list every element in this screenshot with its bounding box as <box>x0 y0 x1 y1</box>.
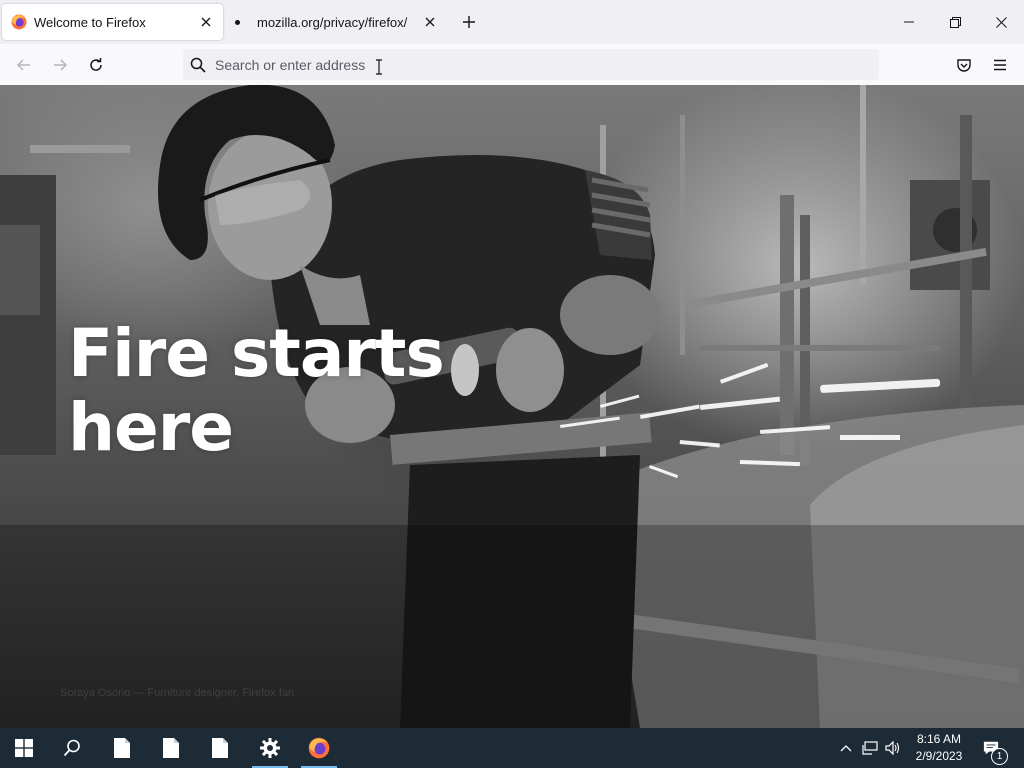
back-arrow-icon <box>16 59 30 71</box>
taskbar-settings[interactable] <box>248 728 292 768</box>
search-button[interactable] <box>50 728 94 768</box>
hamburger-menu-icon <box>994 59 1006 71</box>
close-tab-icon[interactable] <box>418 10 442 34</box>
gear-icon <box>260 738 280 758</box>
close-tab-icon[interactable] <box>194 10 218 34</box>
headline-line-2: here <box>68 389 234 466</box>
tab-title: mozilla.org/privacy/firefox/ <box>257 14 408 30</box>
text-cursor-icon <box>376 59 382 75</box>
taskbar-file-2[interactable] <box>149 728 193 768</box>
windows-taskbar: 8:16 AM 2/9/2023 <box>0 728 1024 768</box>
chevron-up-icon <box>840 745 852 752</box>
notification-count-badge: 1 <box>991 748 1008 765</box>
system-clock[interactable]: 8:16 AM 2/9/2023 <box>905 731 973 765</box>
forward-arrow-icon <box>54 59 68 71</box>
search-icon <box>63 739 80 757</box>
volume-button[interactable] <box>885 740 901 756</box>
app-menu-button[interactable] <box>987 52 1013 78</box>
forward-button[interactable] <box>47 52 73 78</box>
new-tab-button[interactable] <box>457 10 481 34</box>
clock-time: 8:16 AM <box>916 732 962 746</box>
tab-mozilla-privacy[interactable]: mozilla.org/privacy/firefox/ <box>227 4 447 40</box>
show-hidden-icons-button[interactable] <box>838 740 854 756</box>
photo-caption: Soraya Osorio — Furniture designer, Fire… <box>60 687 295 699</box>
address-input[interactable] <box>215 56 815 73</box>
navigation-toolbar <box>0 44 1024 86</box>
hero-headline: Fire starts here <box>68 315 445 466</box>
address-bar[interactable] <box>183 49 879 80</box>
back-button[interactable] <box>11 52 37 78</box>
reload-button[interactable] <box>83 52 109 78</box>
taskbar-file-1[interactable] <box>100 728 144 768</box>
close-window-button[interactable] <box>978 0 1024 44</box>
network-status-button[interactable] <box>862 740 878 756</box>
welcome-page: Fire starts here Soraya Osorio — Furnitu… <box>0 85 1024 728</box>
clock-date: 2/9/2023 <box>915 749 963 763</box>
restore-button[interactable] <box>932 0 978 44</box>
document-icon <box>212 738 228 758</box>
tab-title: Welcome to Firefox <box>34 14 146 30</box>
loading-dot-icon <box>235 19 240 25</box>
headline-line-1: Fire starts <box>68 315 445 392</box>
pocket-icon <box>957 59 971 72</box>
tab-strip: Welcome to Firefox mozilla.org/privacy/f… <box>0 0 1024 44</box>
search-icon <box>190 57 206 73</box>
firefox-logo-icon <box>308 737 330 759</box>
pocket-button[interactable] <box>951 52 977 78</box>
network-icon <box>862 741 878 755</box>
tab-welcome-to-firefox[interactable]: Welcome to Firefox <box>2 4 223 40</box>
minimize-button[interactable] <box>886 0 932 44</box>
taskbar-file-3[interactable] <box>198 728 242 768</box>
reload-icon <box>90 58 102 71</box>
document-icon <box>114 738 130 758</box>
windows-logo-icon <box>15 739 33 757</box>
document-icon <box>163 738 179 758</box>
speaker-icon <box>885 741 900 755</box>
start-button[interactable] <box>2 728 46 768</box>
taskbar-firefox[interactable] <box>297 728 341 768</box>
firefox-logo-icon <box>11 14 27 30</box>
